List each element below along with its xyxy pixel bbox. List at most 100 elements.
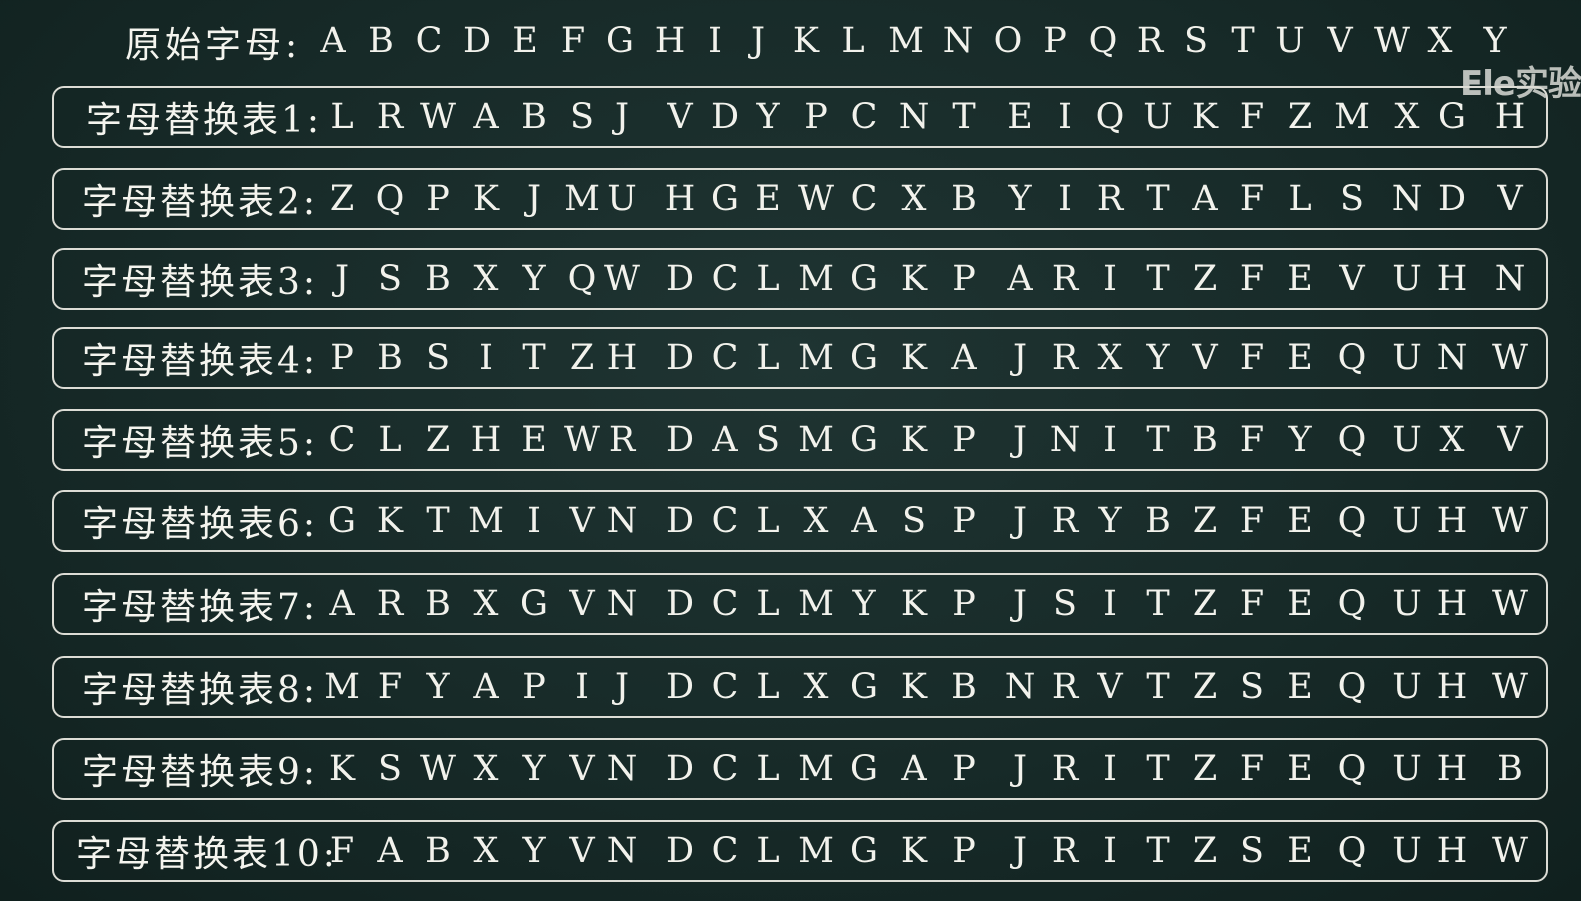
substitution-letter: X	[473, 584, 499, 624]
substitution-letter: Z	[1192, 501, 1218, 541]
substitution-letter: U	[1392, 501, 1422, 541]
substitution-letter: T	[1146, 259, 1170, 299]
substitution-letter: Q	[1337, 749, 1367, 789]
substitution-letter: Z	[1192, 831, 1218, 871]
substitution-letter: P	[426, 179, 450, 219]
substitution-letter: J	[614, 667, 630, 707]
substitution-letter: K	[328, 749, 356, 789]
substitution-letter: G	[850, 259, 878, 299]
substitution-letter: P	[330, 338, 354, 378]
substitution-letter: J	[1012, 831, 1028, 871]
substitution-letter: C	[711, 259, 739, 299]
substitution-letter: B	[1145, 501, 1171, 541]
substitution-letter: L	[756, 584, 780, 624]
substitution-letter: L	[378, 420, 402, 460]
substitution-letter: C	[711, 749, 739, 789]
substitution-letter: E	[755, 179, 781, 219]
substitution-letter: V	[569, 584, 595, 624]
substitution-letter: I	[1058, 97, 1072, 137]
original-letter: B	[368, 21, 394, 61]
substitution-letter: G	[1438, 97, 1466, 137]
substitution-letter: N	[606, 501, 638, 541]
original-letter: U	[1275, 21, 1305, 61]
substitution-letter: M	[798, 420, 834, 460]
substitution-letter: V	[1497, 420, 1523, 460]
substitution-letter: R	[1096, 179, 1124, 219]
substitution-letter: Z	[1192, 667, 1218, 707]
substitution-letter: T	[426, 501, 450, 541]
substitution-letter: S	[756, 420, 780, 460]
substitution-letter: R	[1051, 749, 1079, 789]
original-letter: R	[1136, 21, 1164, 61]
substitution-letter: Y	[522, 259, 546, 299]
substitution-letter: X	[1439, 420, 1465, 460]
substitution-letter: I	[1103, 259, 1117, 299]
substitution-letter: V	[1339, 259, 1365, 299]
substitution-letter: I	[1058, 179, 1072, 219]
substitution-letter: L	[330, 97, 354, 137]
substitution-letter: C	[328, 420, 356, 460]
substitution-letter: F	[1239, 420, 1265, 460]
original-letter: T	[1231, 21, 1255, 61]
substitution-letter: X	[473, 749, 499, 789]
substitution-letter: F	[329, 831, 355, 871]
substitution-letter: Y	[1008, 179, 1032, 219]
substitution-letter: Q	[1337, 831, 1367, 871]
substitution-letter: L	[756, 831, 780, 871]
original-letter: E	[512, 21, 538, 61]
substitution-letter: D	[1437, 179, 1467, 219]
substitution-letter: F	[1239, 179, 1265, 219]
substitution-letter: E	[1287, 259, 1313, 299]
substitution-letter: W	[1492, 584, 1528, 624]
substitution-table-row: 字母替换表2: Z Q P K J M U H G E W C X B Y I R T A F L S N D V	[52, 168, 1548, 230]
substitution-letter: S	[902, 501, 926, 541]
substitution-letter: K	[900, 259, 928, 299]
substitution-letter: Q	[375, 179, 405, 219]
substitution-letter: S	[1340, 179, 1364, 219]
substitution-letter: D	[665, 584, 695, 624]
substitution-letter: V	[1497, 179, 1523, 219]
substitution-letter: M	[798, 259, 834, 299]
substitution-letter: M	[1334, 97, 1370, 137]
substitution-letter: J	[1012, 501, 1028, 541]
substitution-letter: S	[426, 338, 450, 378]
substitution-letter: Y	[756, 97, 780, 137]
substitution-table-letters: ZQPKJMUHGEWCXBYIRTAFLSNDV	[2, 170, 1581, 228]
substitution-letter: N	[898, 97, 930, 137]
substitution-letter: A	[951, 338, 977, 378]
substitution-letter: X	[901, 179, 927, 219]
substitution-letter: E	[1287, 501, 1313, 541]
substitution-letter: H	[1436, 749, 1468, 789]
substitution-letter: W	[420, 749, 456, 789]
original-letter: Q	[1088, 21, 1118, 61]
substitution-letter: G	[850, 420, 878, 460]
substitution-letter: H	[1436, 259, 1468, 299]
substitution-letter: B	[425, 584, 451, 624]
substitution-letter: G	[850, 749, 878, 789]
substitution-letter: W	[564, 420, 600, 460]
substitution-letter: W	[1492, 338, 1528, 378]
substitution-letter: C	[850, 97, 878, 137]
substitution-letter: P	[952, 259, 976, 299]
substitution-letter: Q	[1337, 338, 1367, 378]
substitution-letter: T	[522, 338, 546, 378]
substitution-letter: Q	[1095, 97, 1125, 137]
substitution-letter: Z	[569, 338, 595, 378]
substitution-table-letters: LRWABSJVDYPCNTEIQUKFZMXGH	[2, 88, 1581, 146]
substitution-letter: A	[901, 749, 927, 789]
substitution-table-letters: PBSITZHDCLMGKAJRXYVFEQUNW	[2, 329, 1581, 387]
substitution-letter: F	[1239, 97, 1265, 137]
substitution-letter: C	[711, 338, 739, 378]
substitution-letter: K	[472, 179, 500, 219]
substitution-letter: W	[420, 97, 456, 137]
substitution-letter: J	[526, 179, 542, 219]
substitution-table-letters: ARBXGVNDCLMYKPJSITZFEQUHW	[2, 575, 1581, 633]
substitution-letter: H	[664, 179, 696, 219]
substitution-letter: B	[1192, 420, 1218, 460]
substitution-letter: N	[1391, 179, 1423, 219]
substitution-letter: Y	[522, 749, 546, 789]
substitution-letter: G	[328, 501, 356, 541]
substitution-letter: W	[1492, 501, 1528, 541]
substitution-letter: F	[1239, 584, 1265, 624]
substitution-letter: B	[1497, 749, 1523, 789]
